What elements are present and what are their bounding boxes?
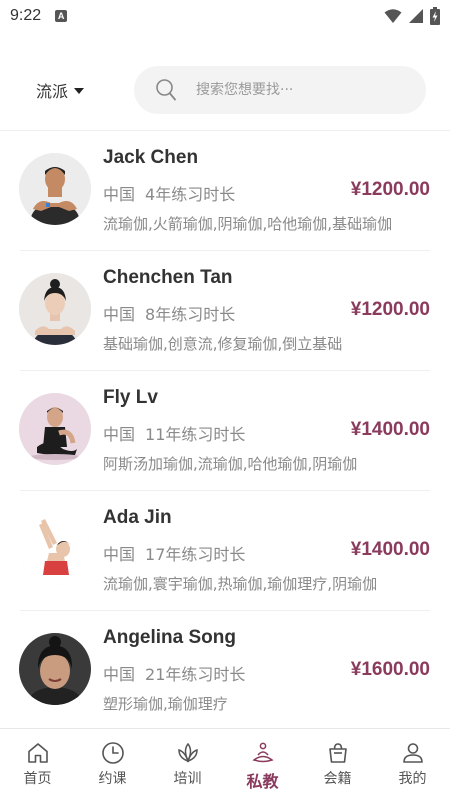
coach-avatar [19, 273, 91, 345]
signal-icon [409, 9, 423, 23]
coach-tags: 塑形瑜伽,瑜伽理疗 [103, 695, 228, 713]
caret-down-icon [74, 87, 85, 94]
coach-experience: 8年练习时长 [145, 305, 236, 324]
coach-name: Chenchen Tan [103, 267, 233, 288]
tab-profile[interactable]: 我的 [375, 729, 450, 800]
coach-price: ¥1400.00 [350, 539, 430, 560]
tab-label: 培训 [173, 771, 202, 787]
coach-price: ¥1200.00 [350, 299, 430, 320]
coach-meta: 中国 4年练习时长 [103, 181, 235, 205]
status-bar: 9:22 A [0, 0, 450, 32]
meditation-icon [251, 742, 274, 763]
search-header: 流派 [0, 58, 450, 122]
coach-avatar [19, 513, 91, 585]
coach-price: ¥1600.00 [350, 659, 430, 680]
coach-name: Ada Jin [103, 507, 172, 528]
status-left: 9:22 A [10, 7, 68, 25]
coach-tags: 基础瑜伽,创意流,修复瑜伽,倒立基础 [103, 335, 343, 353]
status-right [384, 7, 440, 25]
coach-avatar [19, 633, 91, 705]
coach-item[interactable]: Fly Lv 中国 11年练习时长 ¥1400.00 阿斯汤加瑜伽,流瑜伽,哈他… [0, 371, 450, 491]
battery-icon [430, 7, 440, 25]
coach-meta: 中国 8年练习时长 [103, 301, 235, 325]
coach-meta: 中国 17年练习时长 [103, 541, 245, 565]
coach-country: 中国 [103, 305, 136, 324]
tab-label: 会籍 [323, 771, 352, 787]
coach-meta: 中国 11年练习时长 [103, 421, 245, 445]
coach-tags: 阿斯汤加瑜伽,流瑜伽,哈他瑜伽,阴瑜伽 [103, 455, 358, 473]
filter-label: 流派 [36, 82, 69, 101]
coach-list: Jack Chen 中国 4年练习时长 ¥1200.00 流瑜伽,火箭瑜伽,阴瑜… [0, 131, 450, 731]
coach-meta: 中国 21年练习时长 [103, 661, 245, 685]
tab-home[interactable]: 首页 [0, 729, 75, 800]
tab-booking[interactable]: 约课 [75, 729, 150, 800]
lotus-icon [177, 742, 198, 763]
coach-price: ¥1200.00 [350, 179, 430, 200]
coach-experience: 4年练习时长 [145, 185, 236, 204]
coach-name: Angelina Song [103, 627, 236, 648]
coach-item[interactable]: Jack Chen 中国 4年练习时长 ¥1200.00 流瑜伽,火箭瑜伽,阴瑜… [0, 131, 450, 251]
coach-country: 中国 [103, 545, 136, 564]
tab-label: 约课 [98, 771, 127, 787]
tab-label: 首页 [23, 771, 52, 787]
bottom-tab-bar: 首页 约课 培训 私教 会籍 我的 [0, 728, 450, 800]
coach-avatar [19, 153, 91, 225]
coach-name: Jack Chen [103, 147, 199, 168]
coach-item[interactable]: Ada Jin 中国 17年练习时长 ¥1400.00 流瑜伽,寰宇瑜伽,热瑜伽… [0, 491, 450, 611]
tab-private-coach[interactable]: 私教 [225, 729, 300, 800]
coach-tags: 流瑜伽,寰宇瑜伽,热瑜伽,瑜伽理疗,阴瑜伽 [103, 575, 378, 593]
tab-training[interactable]: 培训 [150, 729, 225, 800]
coach-tags: 流瑜伽,火箭瑜伽,阴瑜伽,哈他瑜伽,基础瑜伽 [103, 215, 393, 233]
coach-experience: 17年练习时长 [145, 545, 246, 564]
search-icon [156, 79, 176, 101]
coach-country: 中国 [103, 665, 136, 684]
bag-icon [328, 743, 347, 763]
coach-item[interactable]: Chenchen Tan 中国 8年练习时长 ¥1200.00 基础瑜伽,创意流… [0, 251, 450, 371]
coach-item[interactable]: Angelina Song 中国 21年练习时长 ¥1600.00 塑形瑜伽,瑜… [0, 611, 450, 731]
search-box[interactable] [134, 66, 426, 114]
status-time: 9:22 [10, 7, 42, 24]
coach-name: Fly Lv [103, 387, 158, 408]
coach-avatar [19, 393, 91, 465]
search-input[interactable] [194, 81, 398, 99]
tab-label: 私教 [246, 772, 279, 791]
wifi-icon [384, 9, 402, 23]
coach-experience: 11年练习时长 [145, 425, 246, 444]
coach-experience: 21年练习时长 [145, 665, 246, 684]
school-filter-dropdown[interactable]: 流派 [36, 78, 85, 102]
clock-icon [101, 742, 124, 764]
coach-country: 中国 [103, 425, 136, 444]
coach-price: ¥1400.00 [350, 419, 430, 440]
app-screen: 9:22 A 流派 搜索您想要找··· Jack Chen 中国 4年练习时长 … [0, 0, 450, 800]
coach-country: 中国 [103, 185, 136, 204]
notification-a-icon: A [55, 10, 68, 22]
tab-membership[interactable]: 会籍 [300, 729, 375, 800]
user-icon [402, 743, 423, 763]
home-icon [27, 743, 48, 763]
tab-label: 我的 [398, 771, 427, 787]
